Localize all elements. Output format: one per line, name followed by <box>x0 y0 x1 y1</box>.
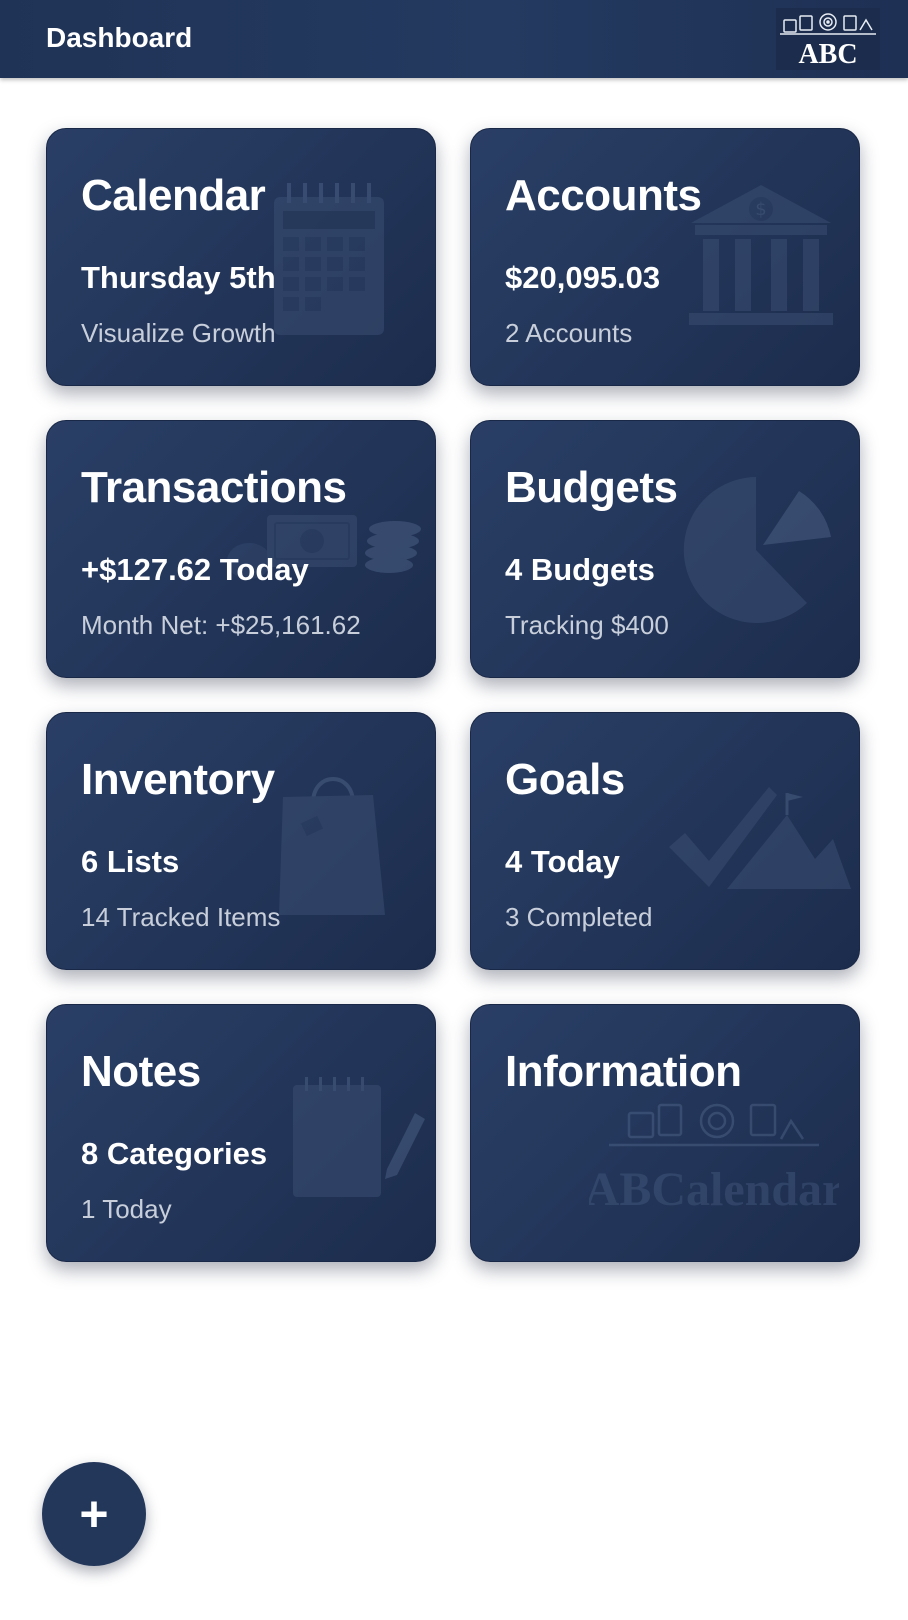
card-title: Inventory <box>81 755 275 804</box>
card-primary-value: 4 Budgets <box>505 552 655 587</box>
card-title: Calendar <box>81 171 266 220</box>
bank-icon: $ <box>689 185 833 325</box>
calendar-icon <box>274 183 384 335</box>
card-title: Goals <box>505 755 625 804</box>
card-primary-value: +$127.62 Today <box>81 552 309 587</box>
accounts-card[interactable]: $ Accounts $20,095.03 2 Accounts <box>470 128 860 386</box>
card-secondary-value: Visualize Growth <box>81 318 276 348</box>
page-title: Dashboard <box>46 22 193 53</box>
card-secondary-value: Month Net: +$25,161.62 <box>81 610 361 640</box>
goals-card[interactable]: Goals 4 Today 3 Completed <box>470 712 860 970</box>
checkmark-mountain-icon <box>669 787 851 889</box>
card-secondary-value: 14 Tracked Items <box>81 902 281 932</box>
inventory-card[interactable]: Inventory 6 Lists 14 Tracked Items <box>46 712 436 970</box>
card-primary-value: Thursday 5th <box>81 260 276 295</box>
svg-text:ABCalendar: ABCalendar <box>589 1163 839 1216</box>
card-title: Transactions <box>81 463 347 512</box>
calendar-card[interactable]: Calendar Thursday 5th Visualize Growth <box>46 128 436 386</box>
card-title: Notes <box>81 1047 201 1096</box>
add-button[interactable]: + <box>42 1462 146 1566</box>
svg-text:$: $ <box>755 199 766 220</box>
app-logo[interactable]: ABC <box>776 8 880 70</box>
card-title: Budgets <box>505 463 678 512</box>
abc-logo-icon: ABC <box>776 8 880 70</box>
card-secondary-value: 1 Today <box>81 1194 172 1224</box>
card-secondary-value: 3 Completed <box>505 902 653 932</box>
svg-text:ABC: ABC <box>798 39 857 70</box>
shopping-bag-icon <box>279 777 385 915</box>
transactions-card[interactable]: Transactions +$127.62 Today Month Net: +… <box>46 420 436 678</box>
card-secondary-value: Tracking $400 <box>505 610 669 640</box>
budgets-card[interactable]: Budgets 4 Budgets Tracking $400 <box>470 420 860 678</box>
information-card[interactable]: ABCalendar Information <box>470 1004 860 1262</box>
top-app-bar: Dashboard ABC <box>0 0 908 78</box>
card-secondary-value: 2 Accounts <box>505 318 633 348</box>
abcalendar-logo-icon: ABCalendar <box>589 1103 839 1216</box>
notes-card[interactable]: Notes 8 Categories 1 Today <box>46 1004 436 1262</box>
card-title: Accounts <box>505 171 702 220</box>
card-title: Information <box>505 1047 742 1096</box>
card-primary-value: 8 Categories <box>81 1136 268 1171</box>
card-primary-value: 6 Lists <box>81 844 180 879</box>
pie-chart-icon <box>683 477 831 623</box>
notepad-pencil-icon <box>293 1077 425 1197</box>
card-primary-value: 4 Today <box>505 844 620 879</box>
card-primary-value: $20,095.03 <box>505 260 661 295</box>
